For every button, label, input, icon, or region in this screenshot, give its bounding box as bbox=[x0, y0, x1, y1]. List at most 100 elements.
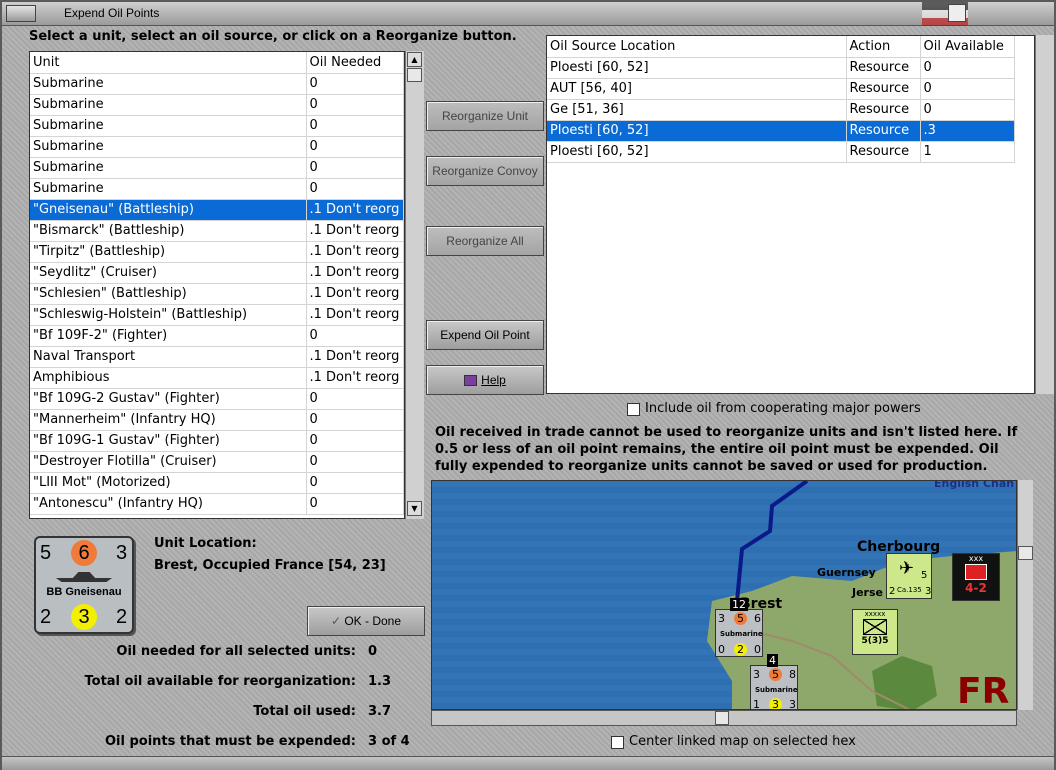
unit-row[interactable]: "Bf 109G-2 Gustav" (Fighter) 0 bbox=[30, 388, 404, 410]
submarine-counter-1[interactable]: 12 3 5 6 Submarine 0 2 0 bbox=[715, 598, 763, 657]
include-oil-checkbox[interactable] bbox=[627, 403, 640, 416]
center-map-label: Center linked map on selected hex bbox=[629, 734, 856, 749]
oil-needed-cell: .1 Don't reorg bbox=[306, 346, 404, 368]
oil-needed-cell: 0 bbox=[306, 94, 404, 116]
checkmark-icon: ✓ bbox=[330, 614, 341, 628]
infantry-counter[interactable]: xxxxx 5(3)5 bbox=[852, 609, 898, 655]
stack-count: 12 bbox=[730, 598, 748, 611]
units-scrollbar[interactable]: ▲ ▼ bbox=[405, 51, 424, 519]
oil-available-cell: .3 bbox=[920, 120, 1015, 142]
sub2-a: 3 bbox=[753, 668, 760, 681]
scroll-down-icon[interactable]: ▼ bbox=[407, 501, 422, 516]
units-table[interactable]: Unit Oil Needed Submarine 0 Submarine 0 Subm… bbox=[29, 51, 405, 519]
system-menu-button[interactable] bbox=[6, 5, 36, 22]
help-book-icon bbox=[464, 375, 478, 387]
counter-bottom-right: 2 bbox=[116, 606, 128, 628]
sub1-f: 0 bbox=[754, 643, 761, 656]
unit-row[interactable]: "Mannerheim" (Infantry HQ) 0 bbox=[30, 409, 404, 431]
map-vscroll[interactable] bbox=[1017, 480, 1033, 710]
center-map-checkbox[interactable] bbox=[611, 736, 624, 749]
unit-row[interactable]: "Gneisenau" (Battleship) .1 Don't reorg bbox=[30, 199, 404, 221]
oil-action-cell: Resource bbox=[846, 141, 921, 163]
linked-map[interactable]: English Chan Cherbourg Guernsey Jerse Br… bbox=[431, 480, 1017, 710]
submarine-counter-2[interactable]: 4 3 5 8 Submarine 1 3 3 bbox=[750, 654, 798, 709]
unit-row[interactable]: "Tirpitz" (Battleship) .1 Don't reorg bbox=[30, 241, 404, 263]
unit-row[interactable]: "Bf 109F-2" (Fighter) 0 bbox=[30, 325, 404, 347]
unit-name-cell: "LIII Mot" (Motorized) bbox=[30, 472, 307, 494]
reorganize-unit-button[interactable]: Reorganize Unit bbox=[426, 101, 544, 131]
inf-size: xxxxx bbox=[864, 610, 886, 618]
unit-row[interactable]: "Bf 109G-1 Gustav" (Fighter) 0 bbox=[30, 430, 404, 452]
sub1-d: 0 bbox=[718, 643, 725, 656]
map-vscroll-thumb[interactable] bbox=[1018, 546, 1033, 560]
ok-done-button[interactable]: ✓ OK - Done bbox=[307, 606, 425, 636]
help-label: Help bbox=[481, 373, 506, 387]
hq-value: 4-2 bbox=[965, 581, 987, 595]
reorganize-all-button[interactable]: Reorganize All bbox=[426, 226, 544, 256]
map-hscroll[interactable] bbox=[431, 710, 1017, 726]
oil-needed-cell: .1 Don't reorg bbox=[306, 283, 404, 305]
unit-row[interactable]: Submarine 0 bbox=[30, 115, 404, 137]
oil-needed-cell: .1 Don't reorg bbox=[306, 304, 404, 326]
expend-oil-point-button[interactable]: Expend Oil Point bbox=[426, 320, 544, 350]
unit-name-cell: "Mannerheim" (Infantry HQ) bbox=[30, 409, 307, 431]
unit-row[interactable]: "Antonescu" (Infantry HQ) 0 bbox=[30, 493, 404, 515]
unit-row[interactable]: "Schlesien" (Battleship) .1 Don't reorg bbox=[30, 283, 404, 305]
unit-row[interactable]: Submarine 0 bbox=[30, 136, 404, 158]
oil-available-cell: 1 bbox=[920, 141, 1015, 163]
unit-row[interactable]: "LIII Mot" (Motorized) 0 bbox=[30, 472, 404, 494]
scroll-up-icon[interactable]: ▲ bbox=[407, 52, 422, 67]
map-hscroll-thumb[interactable] bbox=[715, 711, 729, 725]
oil-action-cell: Resource bbox=[846, 99, 921, 121]
oil-source-row[interactable]: Ploesti [60, 52] Resource 1 bbox=[547, 141, 1015, 163]
counter-name: BB Gneisenau bbox=[46, 586, 122, 598]
col-header-oil-source[interactable]: Oil Source Location bbox=[547, 36, 847, 58]
counter-bottom-mid: 3 bbox=[71, 604, 97, 630]
col-header-unit[interactable]: Unit bbox=[30, 52, 307, 74]
help-button[interactable]: Help bbox=[426, 365, 544, 395]
unit-name-cell: Submarine bbox=[30, 115, 307, 137]
air-name: Ca.135 bbox=[897, 586, 922, 594]
hq-counter[interactable]: xxx 4-2 bbox=[952, 553, 1000, 601]
oil-needed-cell: 0 bbox=[306, 157, 404, 179]
must-expend-label: Oil points that must be expended: bbox=[104, 734, 356, 749]
oil-available-cell: 0 bbox=[920, 99, 1015, 121]
sub1-b: 5 bbox=[734, 612, 747, 625]
unit-name-cell: "Bismarck" (Battleship) bbox=[30, 220, 307, 242]
oil-needed-cell: 0 bbox=[306, 388, 404, 410]
oil-source-row[interactable]: AUT [56, 40] Resource 0 bbox=[547, 78, 1015, 100]
unit-row[interactable]: Submarine 0 bbox=[30, 157, 404, 179]
instruction-text: Select a unit, select an oil source, or … bbox=[29, 29, 517, 44]
oil-action-cell: Resource bbox=[846, 57, 921, 79]
stack-count-2: 4 bbox=[767, 654, 778, 667]
oil-action-cell: Resource bbox=[846, 78, 921, 100]
oil-source-row[interactable]: Ploesti [60, 52] Resource .3 bbox=[547, 120, 1015, 142]
unit-row[interactable]: Naval Transport .1 Don't reorg bbox=[30, 346, 404, 368]
unit-name-cell: "Bf 109G-2 Gustav" (Fighter) bbox=[30, 388, 307, 410]
unit-row[interactable]: "Bismarck" (Battleship) .1 Don't reorg bbox=[30, 220, 404, 242]
window-title: Expend Oil Points bbox=[64, 6, 160, 20]
oil-source-table[interactable]: Oil Source Location Action Oil Available… bbox=[546, 35, 1035, 394]
col-header-action[interactable]: Action bbox=[846, 36, 921, 58]
oil-scrollbar[interactable] bbox=[1035, 35, 1054, 394]
air-counter[interactable]: ✈ 5 2 Ca.135 3 bbox=[886, 553, 932, 599]
unit-row[interactable]: "Destroyer Flotilla" (Cruiser) 0 bbox=[30, 451, 404, 473]
unit-row[interactable]: Submarine 0 bbox=[30, 178, 404, 200]
total-used-label: Total oil used: bbox=[253, 704, 356, 719]
col-header-oil-needed[interactable]: Oil Needed bbox=[306, 52, 404, 74]
oil-needed-cell: .1 Don't reorg bbox=[306, 367, 404, 389]
unit-row[interactable]: Amphibious .1 Don't reorg bbox=[30, 367, 404, 389]
oil-source-row[interactable]: Ploesti [60, 52] Resource 0 bbox=[547, 57, 1015, 79]
oil-location-cell: Ge [51, 36] bbox=[547, 99, 847, 121]
reorganize-convoy-button[interactable]: Reorganize Convoy bbox=[426, 156, 544, 186]
air-b: 2 bbox=[889, 586, 896, 597]
unit-row[interactable]: Submarine 0 bbox=[30, 73, 404, 95]
unit-row[interactable]: "Schleswig-Holstein" (Battleship) .1 Don'… bbox=[30, 304, 404, 326]
unit-row[interactable]: "Seydlitz" (Cruiser) .1 Don't reorg bbox=[30, 262, 404, 284]
col-header-oil-available[interactable]: Oil Available bbox=[920, 36, 1015, 58]
scroll-thumb[interactable] bbox=[407, 68, 422, 82]
unit-name-cell: "Bf 109F-2" (Fighter) bbox=[30, 325, 307, 347]
oil-source-row[interactable]: Ge [51, 36] Resource 0 bbox=[547, 99, 1015, 121]
unit-row[interactable]: Submarine 0 bbox=[30, 94, 404, 116]
total-available-label: Total oil available for reorganization: bbox=[84, 674, 357, 689]
